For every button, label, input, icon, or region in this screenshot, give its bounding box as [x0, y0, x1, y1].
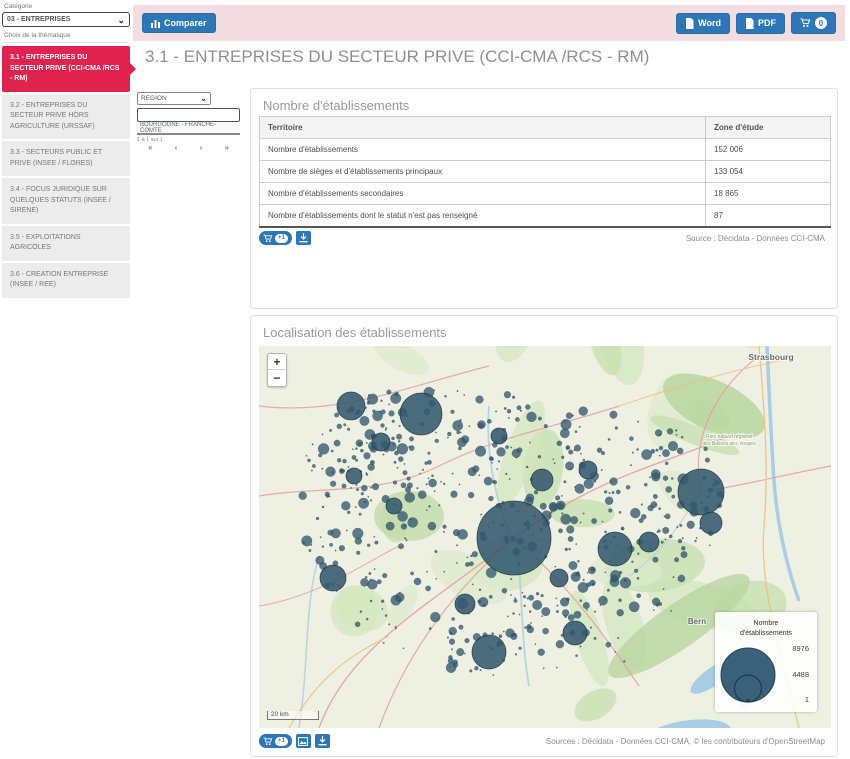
sidebar-item[interactable]: 3.2 - ENTREPRISES DU SECTEUR PRIVE HORS …: [2, 94, 130, 140]
row-value: 87: [706, 205, 831, 227]
row-label: Nombre d'établissements secondaires: [260, 183, 706, 205]
zoom-out-button[interactable]: −: [268, 370, 286, 386]
compare-button[interactable]: Comparer: [142, 13, 216, 33]
map-city-label: Bern: [688, 617, 706, 626]
chevron-down-icon: ⌄: [200, 96, 207, 101]
map-park-label: Parc naturel régional: [706, 434, 753, 440]
card-title: Nombre d'établissements: [263, 98, 409, 113]
legend-value-mid: 4488: [792, 670, 809, 679]
legend-values: 8976 4488 1: [792, 644, 809, 704]
sidebar-item[interactable]: 3.6 - CREATION ENTREPRISE (INSEE / REE): [2, 263, 130, 298]
sidebar-item[interactable]: 3.4 - FOCUS JURIDIQUE SUR QUELQUES STATU…: [2, 178, 130, 224]
compare-button-label: Comparer: [164, 18, 207, 28]
row-label: Nombre de sièges et d'établissements pri…: [260, 161, 706, 183]
add-to-cart-button[interactable]: +1: [259, 734, 292, 748]
table-row: Nombre d'établissements152 006: [260, 139, 831, 161]
last-page-button[interactable]: »: [224, 144, 228, 151]
cart-plus-badge: +1: [275, 234, 288, 243]
territory-level-select[interactable]: REGION ⌄: [137, 92, 211, 105]
export-pdf-button[interactable]: PDF: [736, 13, 785, 34]
pdf-button-label: PDF: [758, 18, 776, 28]
category-label: Catégorie: [4, 3, 128, 10]
pdf-file-icon: [745, 18, 754, 29]
table-row: Nombre de sièges et d'établissements pri…: [260, 161, 831, 183]
sources-text: Sources : Décidata - Données CCI-CMA, © …: [546, 737, 825, 746]
row-value: 152 006: [706, 139, 831, 161]
table-actions: +1: [259, 231, 311, 245]
chevron-down-icon: ⌄: [117, 17, 125, 23]
category-select-value: 03 - ENTREPRISES: [7, 16, 70, 23]
word-button-label: Word: [698, 18, 721, 28]
first-page-button[interactable]: «: [148, 144, 152, 151]
toolbar: Comparer Word PDF 0: [133, 5, 845, 41]
prev-page-button[interactable]: ‹: [175, 144, 178, 151]
export-image-button[interactable]: [296, 734, 311, 748]
category-select[interactable]: 03 - ENTREPRISES ⌄: [2, 12, 130, 27]
territory-result-item[interactable]: BOURGOGNE - FRANCHE-COMTE: [137, 122, 240, 135]
row-value: 18 865: [706, 183, 831, 205]
sidebar: Catégorie 03 - ENTREPRISES ⌄ Choix de la…: [2, 2, 130, 300]
pagination-controls: « ‹ › »: [137, 144, 240, 154]
cart-button[interactable]: 0: [791, 12, 836, 34]
sidebar-theme-list: 3.1 - ENTREPRISES DU SECTEUR PRIVE (CCI-…: [2, 46, 130, 298]
map-scale-bar: 20 km: [267, 711, 319, 720]
export-word-button[interactable]: Word: [676, 13, 730, 34]
row-label: Nombre d'établissements: [260, 139, 706, 161]
card-title: Localisation des établissements: [263, 325, 447, 340]
map-city-label: Strasbourg: [748, 352, 793, 362]
establishments-map-card: Localisation des établissements: [250, 315, 838, 757]
sidebar-item[interactable]: 3.1 - ENTREPRISES DU SECTEUR PRIVE (CCI-…: [2, 46, 130, 92]
cart-plus-badge: +1: [275, 737, 288, 746]
map-park-label: des Ballons des Vosges: [702, 441, 756, 447]
word-file-icon: [685, 18, 694, 29]
territory-result-label: BOURGOGNE - FRANCHE-COMTE: [140, 122, 237, 134]
sidebar-item[interactable]: 3.5 - EXPLOITATIONS AGRICOLES: [2, 226, 130, 261]
legend-circles: [717, 642, 779, 706]
next-page-button[interactable]: ›: [200, 144, 203, 151]
cart-icon: [263, 737, 273, 746]
page-title: 3.1 - ENTREPRISES DU SECTEUR PRIVE (CCI-…: [145, 47, 835, 67]
cart-icon: [263, 234, 273, 243]
legend-value-min: 1: [805, 695, 809, 704]
sidebar-item[interactable]: 3.3 - SECTEURS PUBLIC ET PRIVE (INSEE / …: [2, 141, 130, 176]
download-icon: [318, 736, 327, 746]
indicator-table-body: Nombre d'établissements152 006Nombre de …: [260, 139, 831, 227]
column-header-zone: Zone d'étude: [706, 117, 831, 139]
territory-picker: REGION ⌄ BOURGOGNE - FRANCHE-COMTE 1 à 1…: [137, 92, 240, 154]
add-to-cart-button[interactable]: +1: [259, 231, 292, 245]
legend-title: Nombre d'établissements: [715, 619, 817, 639]
zoom-in-button[interactable]: +: [268, 354, 286, 370]
download-button[interactable]: [315, 734, 330, 748]
theme-choice-label: Choix de la thématique: [4, 32, 128, 43]
establishments-count-card: Nombre d'établissements Territoire Zone …: [250, 88, 838, 309]
row-value: 133 054: [706, 161, 831, 183]
source-text: Source : Décidata - Données CCI-CMA: [686, 234, 825, 243]
column-header-territory: Territoire: [260, 117, 706, 139]
map-zoom-control: + −: [267, 353, 287, 387]
cart-icon: [800, 18, 811, 28]
map[interactable]: Strasbourg Bern Parc naturel régional de…: [259, 346, 831, 728]
map-legend: Nombre d'établissements 8976 4488 1: [715, 612, 817, 712]
row-label: Nombre d'établissements dont le statut n…: [260, 205, 706, 227]
download-icon: [299, 233, 308, 243]
table-row: Nombre d'établissements secondaires18 86…: [260, 183, 831, 205]
legend-value-max: 8976: [792, 644, 809, 653]
map-actions: +1: [259, 734, 330, 748]
table-row: Nombre d'établissements dont le statut n…: [260, 205, 831, 227]
table-header-row: Territoire Zone d'étude: [260, 117, 831, 139]
download-button[interactable]: [296, 231, 311, 245]
territory-level-value: REGION: [141, 95, 167, 102]
indicator-table: Territoire Zone d'étude Nombre d'établis…: [259, 116, 831, 228]
territory-search-input[interactable]: [137, 108, 240, 122]
image-icon: [298, 737, 308, 746]
bar-chart-icon: [151, 19, 160, 28]
cart-count-badge: 0: [815, 17, 827, 29]
